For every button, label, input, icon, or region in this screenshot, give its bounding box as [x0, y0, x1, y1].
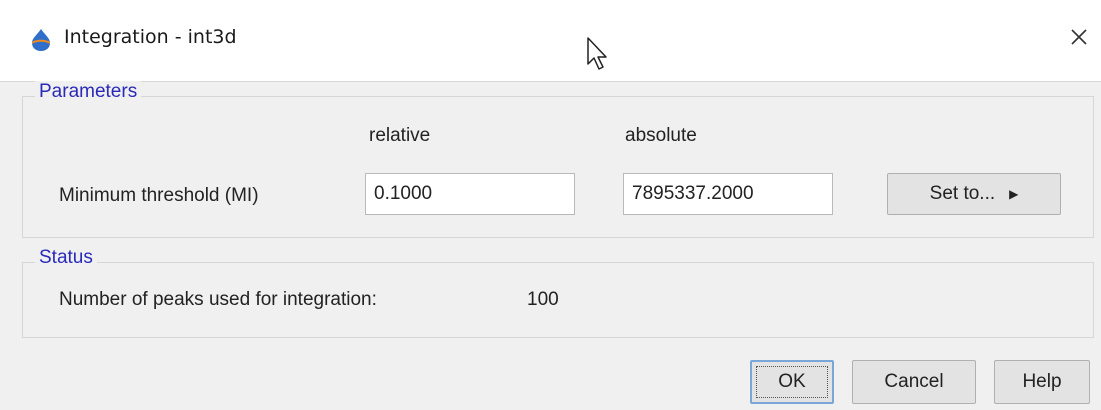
cancel-button[interactable]: Cancel [852, 360, 976, 404]
window-title: Integration - int3d [64, 26, 237, 48]
help-label: Help [1022, 371, 1062, 392]
absolute-column-header: absolute [625, 125, 697, 146]
peaks-used-label: Number of peaks used for integration: [59, 289, 377, 310]
absolute-threshold-input[interactable] [623, 173, 833, 215]
relative-column-header: relative [369, 125, 431, 146]
title-bar[interactable]: Integration - int3d [0, 0, 1101, 82]
status-legend: Status [35, 247, 97, 269]
close-icon[interactable] [1064, 22, 1094, 52]
parameters-legend: Parameters [35, 81, 142, 103]
cancel-label: Cancel [884, 371, 944, 392]
set-to-label: Set to... [929, 183, 996, 204]
help-button[interactable]: Help [994, 360, 1090, 404]
mouse-pointer-icon [587, 37, 607, 70]
ok-button[interactable]: OK [750, 360, 834, 404]
submenu-arrow-icon: ▶ [1009, 187, 1019, 201]
set-to-button[interactable]: Set to... ▶ [887, 173, 1061, 215]
app-logo-icon [32, 29, 50, 51]
ok-label: OK [778, 371, 806, 392]
peaks-used-value: 100 [527, 289, 559, 310]
parameters-group: Parameters relative absolute Minimum thr… [22, 81, 1094, 238]
integration-dialog: Integration - int3d Parameters relative … [0, 0, 1101, 410]
status-group: Status Number of peaks used for integrat… [22, 247, 1094, 338]
relative-threshold-input[interactable] [365, 173, 575, 215]
minimum-threshold-label: Minimum threshold (MI) [59, 185, 259, 206]
